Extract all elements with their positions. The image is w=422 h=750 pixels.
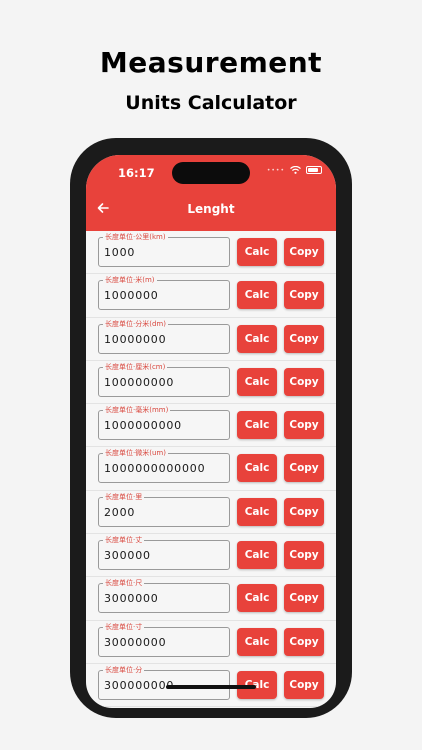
copy-button[interactable]: Copy [284, 670, 324, 699]
unit-field-label: 长度单位·微米(um) [103, 448, 168, 459]
copy-button[interactable]: Copy [284, 497, 324, 526]
dynamic-island [172, 162, 250, 184]
list-item: 长度单位·丈 300000 Calc Copy [86, 534, 336, 578]
list-item: 长度单位·分米(dm) 10000000 Calc Copy [86, 318, 336, 361]
unit-field-label: 长度单位·寸 [103, 621, 145, 632]
page-title: Lenght [187, 202, 235, 216]
unit-value-field[interactable]: 长度单位·分米(dm) 10000000 [98, 318, 230, 354]
copy-button[interactable]: Copy [284, 238, 324, 266]
app-bar: 16:17 •••• Lenght [86, 155, 336, 231]
signal-icon: •••• [266, 166, 285, 174]
unit-field-value[interactable]: 100000000 [104, 376, 174, 389]
phone-screen: 16:17 •••• Lenght 长度单位·公里(km) 1000 Calc … [86, 155, 336, 708]
unit-field-value[interactable]: 300000 [104, 549, 151, 562]
list-item: 长度单位·毫米(mm) 1000000000 Calc Copy [86, 404, 336, 448]
unit-value-field[interactable]: 长度单位·米(m) 1000000 [98, 275, 230, 311]
unit-field-label: 长度单位·分米(dm) [103, 318, 168, 329]
unit-value-field[interactable]: 长度单位·寸 30000000 [98, 621, 230, 657]
copy-button[interactable]: Copy [284, 324, 324, 353]
unit-field-label: 长度单位·尺 [103, 578, 145, 589]
list-item: 长度单位·米(m) 1000000 Calc Copy [86, 274, 336, 318]
calc-button[interactable]: Calc [237, 324, 277, 353]
unit-field-label: 长度单位·里 [103, 491, 145, 502]
unit-value-field[interactable]: 长度单位·毫米(mm) 1000000000 [98, 405, 230, 441]
unit-field-value[interactable]: 3000000 [104, 592, 159, 605]
status-time: 16:17 [118, 166, 155, 180]
unit-list: 长度单位·公里(km) 1000 Calc Copy 长度单位·米(m) 1000000 C… [86, 231, 336, 708]
unit-value-field[interactable]: 长度单位·厘米(cm) 100000000 [98, 361, 230, 397]
unit-value-field[interactable]: 长度单位·尺 3000000 [98, 578, 230, 614]
promo-title: Measurement [99, 46, 323, 79]
copy-button[interactable]: Copy [284, 411, 324, 440]
unit-field-label: 长度单位·丈 [103, 535, 145, 546]
unit-value-field[interactable]: 长度单位·丈 300000 [98, 535, 230, 571]
unit-field-value[interactable]: 1000 [104, 246, 135, 259]
list-item: 长度单位·公里(km) 1000 Calc Copy [86, 231, 336, 275]
unit-field-label: 长度单位·毫米(mm) [103, 405, 171, 416]
copy-button[interactable]: Copy [284, 541, 324, 570]
calc-button[interactable]: Calc [237, 497, 277, 526]
unit-field-label: 长度单位·厘米(cm) [103, 361, 168, 372]
unit-field-label: 长度单位·米(m) [103, 275, 157, 286]
promo-subtitle: Units Calculator [125, 92, 297, 114]
list-item: 长度单位·微米(um) 1000000000000 Calc Copy [86, 447, 336, 491]
unit-value-field[interactable]: 长度单位·微米(um) 1000000000000 [98, 448, 230, 484]
home-indicator[interactable] [166, 685, 256, 689]
copy-button[interactable]: Copy [284, 627, 324, 656]
copy-button[interactable]: Copy [284, 584, 324, 613]
wifi-icon [290, 166, 301, 174]
list-item: 长度单位·尺 3000000 Calc Copy [86, 577, 336, 621]
calc-button[interactable]: Calc [237, 281, 277, 310]
calc-button[interactable]: Calc [237, 454, 277, 483]
phone-frame: 16:17 •••• Lenght 长度单位·公里(km) 1000 Calc … [70, 138, 352, 718]
unit-field-value[interactable]: 1000000000 [104, 419, 182, 432]
calc-button[interactable]: Calc [237, 541, 277, 570]
copy-button[interactable]: Copy [284, 367, 324, 396]
unit-field-value[interactable]: 2000 [104, 506, 135, 519]
calc-button[interactable]: Calc [237, 367, 277, 396]
unit-field-label: 长度单位·公里(km) [103, 232, 168, 242]
list-item: 长度单位·厘米(cm) 100000000 Calc Copy [86, 361, 336, 405]
calc-button[interactable]: Calc [237, 627, 277, 656]
unit-field-value[interactable]: 1000000000000 [104, 462, 205, 475]
unit-field-value[interactable]: 1000000 [104, 289, 159, 302]
unit-field-value[interactable]: 30000000 [104, 636, 166, 649]
copy-button[interactable]: Copy [284, 454, 324, 483]
battery-icon [306, 166, 322, 174]
copy-button[interactable]: Copy [284, 281, 324, 310]
unit-field-value[interactable]: 300000000 [104, 679, 174, 692]
calc-button[interactable]: Calc [237, 238, 277, 266]
unit-value-field[interactable]: 长度单位·公里(km) 1000 [98, 232, 230, 267]
list-item: 长度单位·寸 30000000 Calc Copy [86, 621, 336, 664]
unit-field-value[interactable]: 10000000 [104, 333, 166, 346]
status-icons: •••• [267, 166, 322, 174]
calc-button[interactable]: Calc [237, 584, 277, 613]
unit-field-label: 长度单位·分 [103, 664, 145, 675]
calc-button[interactable]: Calc [237, 411, 277, 440]
unit-value-field[interactable]: 长度单位·里 2000 [98, 491, 230, 527]
list-item: 长度单位·里 2000 Calc Copy [86, 491, 336, 535]
